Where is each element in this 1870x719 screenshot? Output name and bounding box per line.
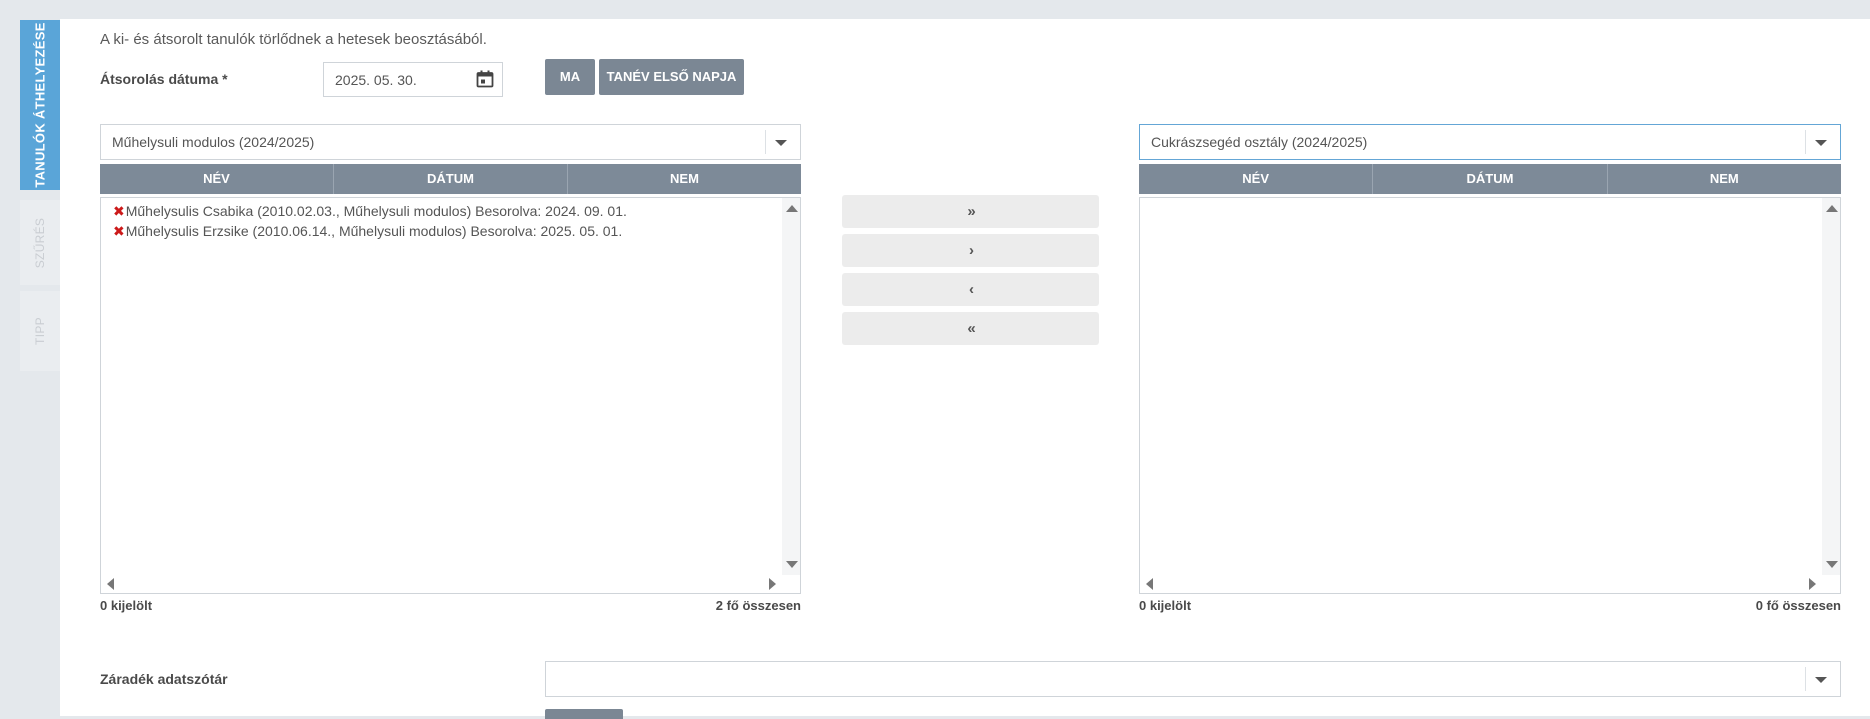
scroll-up-icon[interactable] [1826, 205, 1838, 212]
list-item[interactable]: ✖Műhelysulis Csabika (2010.02.03., Műhel… [113, 203, 627, 220]
calendar-icon[interactable] [476, 70, 494, 88]
column-header-datum[interactable]: DÁTUM [1373, 164, 1608, 194]
move-all-right-icon: » [967, 203, 975, 220]
scroll-left-icon[interactable] [1146, 578, 1153, 590]
grid-body[interactable] [1139, 197, 1841, 594]
select-divider [1805, 667, 1806, 691]
school-year-first-day-button[interactable]: TANÉV ELSŐ NAPJA [599, 59, 744, 95]
column-header-datum[interactable]: DÁTUM [334, 164, 568, 194]
move-left-icon: ‹ [969, 281, 974, 298]
remove-icon: ✖ [113, 223, 125, 239]
scroll-left-icon[interactable] [107, 578, 114, 590]
horizontal-scrollbar[interactable] [1140, 575, 1840, 593]
column-header-nev[interactable]: NÉV [1139, 164, 1374, 194]
target-total: 0 fő összesen [1755, 598, 1841, 613]
target-class-select[interactable]: Cukrászsegéd osztály (2024/2025) [1139, 124, 1841, 160]
clause-action-button[interactable] [545, 709, 623, 719]
select-divider [1805, 130, 1806, 154]
today-button[interactable]: MA [545, 59, 595, 95]
target-selected-count: 0 kijelölt [1139, 598, 1192, 613]
target-class-value: Cukrászsegéd osztály (2024/2025) [1151, 134, 1368, 150]
tab-label: TIPP [33, 317, 47, 345]
select-divider [765, 130, 766, 154]
tab-szures[interactable]: SZŰRÉS [20, 200, 60, 285]
scroll-right-icon[interactable] [769, 578, 776, 590]
move-right-button[interactable]: › [842, 234, 1099, 267]
source-student-grid: NÉV DÁTUM NEM ✖Műhelysulis Csabika (2010… [100, 164, 801, 594]
tab-label: SZŰRÉS [33, 217, 47, 268]
column-header-nem[interactable]: NEM [568, 164, 801, 194]
horizontal-scrollbar[interactable] [101, 575, 800, 593]
move-all-right-button[interactable]: » [842, 195, 1099, 228]
tab-tanulok-athelyezese[interactable]: TANULÓK ÁTHELYEZÉSE [20, 20, 60, 190]
scroll-down-icon[interactable] [786, 561, 798, 568]
info-text: A ki- és átsorolt tanulók törlődnek a he… [100, 31, 487, 48]
tab-label: TANULÓK ÁTHELYEZÉSE [32, 22, 48, 188]
remove-icon: ✖ [113, 203, 125, 219]
chevron-down-icon[interactable] [775, 140, 787, 146]
main-panel: A ki- és átsorolt tanulók törlődnek a he… [60, 19, 1870, 719]
vertical-scrollbar[interactable] [782, 198, 800, 575]
grid-header: NÉV DÁTUM NEM [1139, 164, 1841, 194]
target-student-grid: NÉV DÁTUM NEM [1139, 164, 1841, 594]
scroll-up-icon[interactable] [786, 205, 798, 212]
source-class-value: Műhelysuli modulos (2024/2025) [112, 134, 315, 150]
date-label: Átsorolás dátuma * [100, 71, 228, 87]
chevron-down-icon[interactable] [1815, 677, 1827, 683]
tab-tipp[interactable]: TIPP [20, 291, 60, 371]
scroll-down-icon[interactable] [1826, 561, 1838, 568]
vertical-scrollbar[interactable] [1822, 198, 1840, 575]
source-selected-count: 0 kijelölt [100, 598, 153, 613]
clause-label: Záradék adatszótár [100, 671, 228, 687]
move-all-left-button[interactable]: « [842, 312, 1099, 345]
clause-select[interactable] [545, 661, 1841, 697]
student-entry: Műhelysulis Erzsike (2010.06.14., Műhely… [125, 223, 623, 239]
move-all-left-icon: « [967, 320, 975, 337]
source-class-select[interactable]: Műhelysuli modulos (2024/2025) [100, 124, 801, 160]
move-right-icon: › [969, 242, 974, 259]
move-left-button[interactable]: ‹ [842, 273, 1099, 306]
date-value: 2025. 05. 30. [335, 72, 417, 88]
source-total: 2 fő összesen [715, 598, 801, 613]
list-item[interactable]: ✖Műhelysulis Erzsike (2010.06.14., Műhel… [113, 223, 622, 240]
grid-header: NÉV DÁTUM NEM [100, 164, 801, 194]
chevron-down-icon[interactable] [1815, 140, 1827, 146]
grid-body[interactable]: ✖Műhelysulis Csabika (2010.02.03., Műhel… [100, 197, 801, 594]
date-input[interactable]: 2025. 05. 30. [323, 62, 503, 97]
student-entry: Műhelysulis Csabika (2010.02.03., Műhely… [125, 203, 627, 219]
column-header-nem[interactable]: NEM [1608, 164, 1841, 194]
scroll-right-icon[interactable] [1809, 578, 1816, 590]
column-header-nev[interactable]: NÉV [100, 164, 334, 194]
